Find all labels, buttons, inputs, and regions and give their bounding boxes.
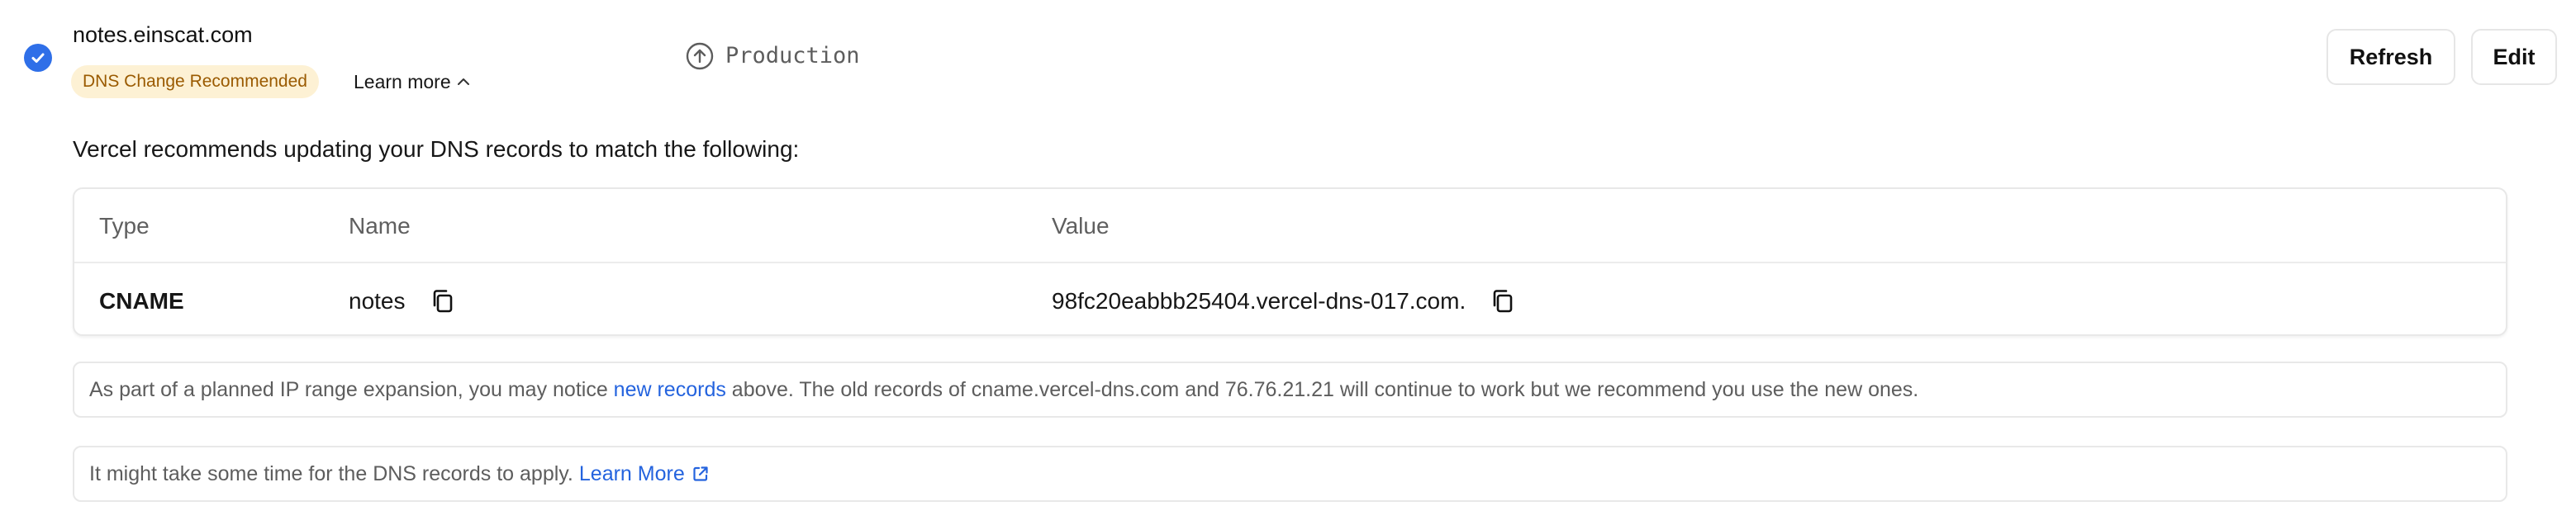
record-name-cell: notes — [349, 286, 457, 317]
edit-button[interactable]: Edit — [2471, 29, 2557, 85]
table-divider — [74, 262, 2506, 263]
propagation-text: It might take some time for the DNS reco… — [89, 461, 573, 485]
header-type: Type — [99, 213, 150, 239]
copy-icon — [1493, 290, 1513, 313]
record-value-cell: 98fc20eabbb25404.vercel-dns-017.com. — [1052, 286, 1517, 317]
arrow-up-circle-icon — [686, 42, 714, 70]
copy-icon — [433, 290, 452, 313]
record-type: CNAME — [99, 288, 184, 314]
record-value: 98fc20eabbb25404.vercel-dns-017.com. — [1052, 288, 1466, 314]
domain-name: notes.einscat.com — [73, 22, 253, 47]
dns-records-table: Type Name Value CNAME notes 98fc20eabbb2… — [73, 187, 2507, 336]
notice-text-before: As part of a planned IP range expansion,… — [89, 377, 614, 401]
new-records-link[interactable]: new records — [614, 378, 726, 402]
recommendation-text: Vercel recommends updating your DNS reco… — [73, 136, 800, 162]
learn-more-toggle[interactable]: Learn more — [354, 66, 470, 97]
chevron-up-icon — [457, 78, 469, 85]
notice-text-after: above. The old records of cname.vercel-d… — [725, 377, 1919, 401]
environment-label: Production — [725, 43, 860, 69]
learn-more-link[interactable]: Learn More — [579, 462, 710, 486]
copy-name-button[interactable] — [429, 287, 457, 315]
learn-more-link-label: Learn More — [578, 461, 685, 485]
propagation-notice: It might take some time for the DNS reco… — [73, 446, 2507, 502]
ip-expansion-notice: As part of a planned IP range expansion,… — [73, 362, 2507, 418]
environment-indicator: Production — [686, 41, 860, 71]
external-link-icon — [693, 466, 708, 481]
refresh-button[interactable]: Refresh — [2326, 29, 2455, 85]
header-value: Value — [1052, 213, 1110, 239]
learn-more-label: Learn more — [354, 71, 451, 92]
header-name: Name — [349, 213, 411, 239]
copy-value-button[interactable] — [1489, 287, 1517, 315]
verified-check-icon — [24, 44, 52, 72]
status-badge: DNS Change Recommended — [71, 65, 319, 98]
record-name: notes — [349, 288, 406, 314]
